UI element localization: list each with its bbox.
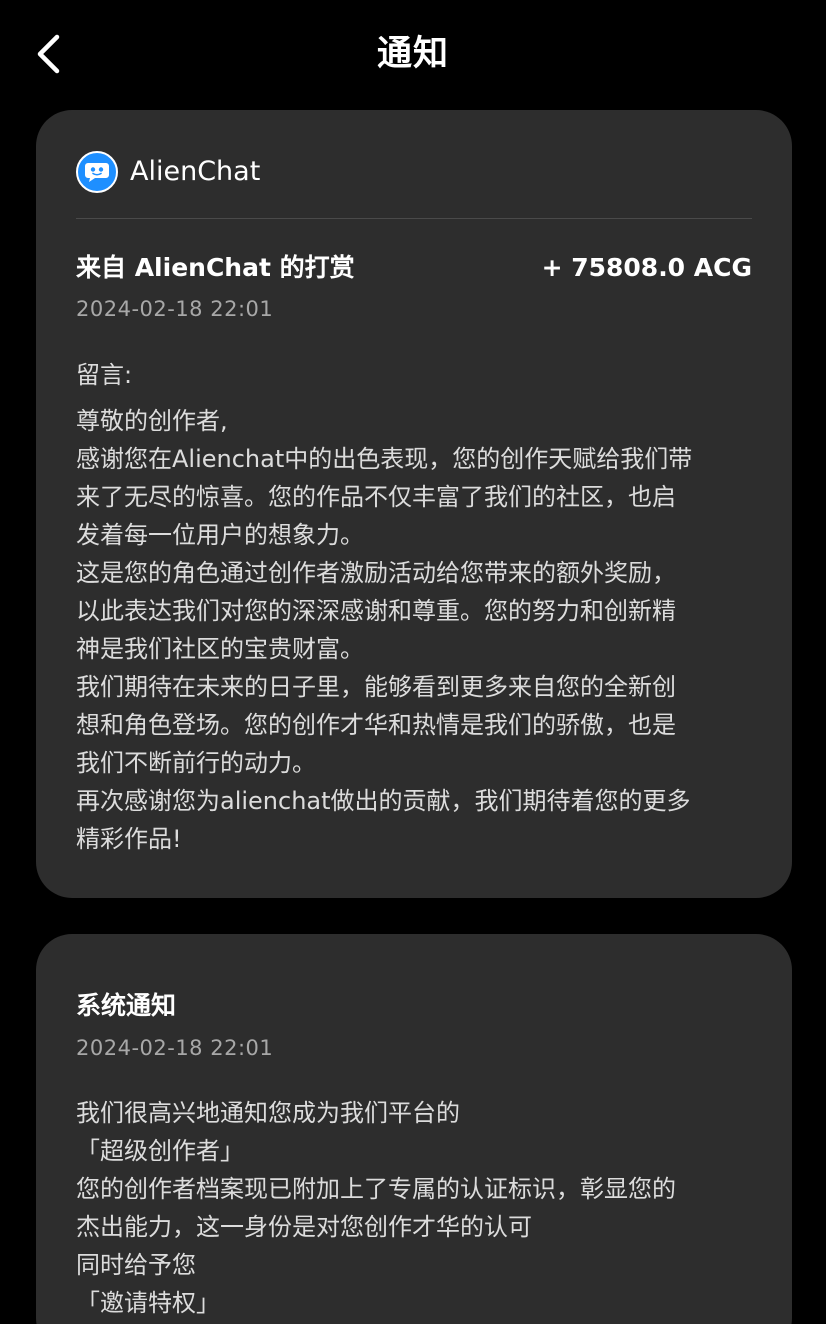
message-line: 来了无尽的惊喜。您的作品不仅丰富了我们的社区，也启	[76, 483, 676, 511]
page-title: 通知	[376, 34, 449, 74]
message-body: 留言: 尊敬的创作者, 感谢您在Alienchat中的出色表现，您的创作天赋给我…	[76, 356, 752, 858]
message-line: 再次感谢您为alienchat做出的贡献，我们期待着您的更多	[76, 787, 691, 815]
message-line: 我们期待在未来的日子里，能够看到更多来自您的全新创	[76, 673, 676, 701]
message-line: 尊敬的创作者,	[76, 407, 228, 435]
system-notification-card[interactable]: 系统通知 2024-02-18 22:01 我们很高兴地通知您成为我们平台的 「…	[36, 934, 792, 1324]
top-bar: 通知	[0, 0, 826, 110]
timestamp: 2024-02-18 22:01	[76, 1036, 274, 1060]
tip-notification-card[interactable]: AlienChat 来自 AlienChat 的打赏 + 75808.0 ACG…	[36, 110, 792, 898]
alienchat-logo-icon	[76, 151, 118, 193]
message-line: 精彩作品!	[76, 825, 182, 853]
message-line: 您的创作者档案现已附加上了专属的认证标识，彰显您的	[76, 1175, 676, 1203]
notifications-page: 通知 AlienChat 来自 AlienChat 的打赏 + 75808.0 …	[0, 0, 826, 1324]
sender-row: AlienChat	[76, 150, 260, 194]
message-line: 神是我们社区的宝贵财富。	[76, 635, 364, 663]
message-line: 杰出能力，这一身份是对您创作才华的认可	[76, 1213, 532, 1241]
message-line: 「邀请特权」	[76, 1289, 220, 1317]
sender-name: AlienChat	[130, 156, 261, 187]
tip-title: 来自 AlienChat 的打赏	[76, 253, 355, 282]
message-line: 这是您的角色通过创作者激励活动给您带来的额外奖励，	[76, 559, 676, 587]
message-line: 以此表达我们对您的深深感谢和尊重。您的努力和创新精	[76, 597, 676, 625]
message-line: 感谢您在Alienchat中的出色表现，您的创作天赋给我们带	[76, 445, 693, 473]
message-line: 我们不断前行的动力。	[76, 749, 316, 777]
message-line: 发着每一位用户的想象力。	[76, 521, 364, 549]
message-line: 想和角色登场。您的创作才华和热情是我们的骄傲，也是	[76, 711, 676, 739]
message-line: 「超级创作者」	[76, 1137, 244, 1165]
divider	[76, 218, 752, 219]
message-line: 同时给予您	[76, 1251, 196, 1279]
notification-title: 系统通知	[76, 991, 177, 1020]
message-line: 我们很高兴地通知您成为我们平台的	[76, 1099, 460, 1127]
timestamp: 2024-02-18 22:01	[76, 297, 274, 321]
message-label: 留言:	[76, 361, 133, 389]
message-body: 我们很高兴地通知您成为我们平台的 「超级创作者」 您的创作者档案现已附加上了专属…	[76, 1094, 752, 1322]
tip-amount: + 75808.0 ACG	[541, 253, 752, 282]
